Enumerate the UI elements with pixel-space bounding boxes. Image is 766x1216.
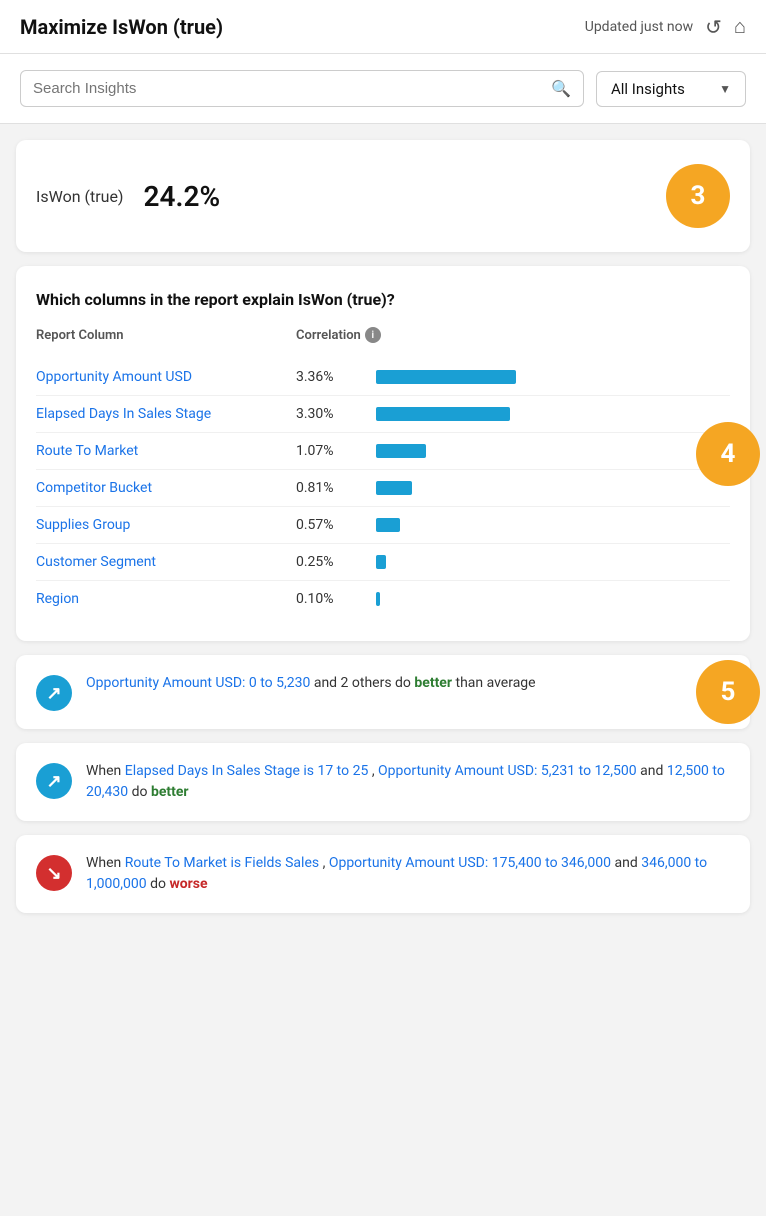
insight-link-2a[interactable]: Elapsed Days In Sales Stage is 17 to 25 (125, 763, 369, 779)
search-area: 🔍 All Insights ▼ (0, 54, 766, 124)
up-icon-2: ↗ (36, 763, 72, 799)
up-icon-1: ↗ (36, 675, 72, 711)
row-bar-container-2 (376, 443, 730, 459)
refresh-icon[interactable]: ↺ (705, 15, 722, 39)
row-name-1[interactable]: Elapsed Days In Sales Stage (36, 406, 296, 422)
down-icon-3: ↘ (36, 855, 72, 891)
info-icon[interactable]: i (365, 327, 381, 343)
row-bar-container-0 (376, 369, 730, 385)
row-name-4[interactable]: Supplies Group (36, 517, 296, 533)
row-bar-5 (376, 555, 386, 569)
summary-card: IsWon (true) 24.2% 3 (16, 140, 750, 252)
insight-better-1: better (414, 675, 452, 691)
search-input-wrapper[interactable]: 🔍 (20, 70, 584, 107)
insights-badge: 5 (696, 660, 760, 724)
header-right: Updated just now ↺ ⌂ (585, 14, 746, 39)
columns-card: Which columns in the report explain IsWo… (16, 266, 750, 641)
insight-plain-3a: When (86, 855, 125, 871)
insight-link-3b[interactable]: Opportunity Amount USD: 175,400 to 346,0… (329, 855, 611, 871)
row-pct-4: 0.57% (296, 517, 376, 533)
row-bar-container-3 (376, 480, 730, 496)
table-row: Route To Market 1.07% (36, 433, 730, 470)
insight-link-1a[interactable]: Opportunity Amount USD: 0 to 5,230 (86, 675, 310, 691)
col-report-header: Report Column (36, 328, 296, 343)
row-bar-2 (376, 444, 426, 458)
row-pct-5: 0.25% (296, 554, 376, 570)
insight-plain-3c: and (615, 855, 642, 871)
summary-label: IsWon (true) (36, 187, 124, 206)
table-row: Customer Segment 0.25% (36, 544, 730, 581)
row-bar-container-5 (376, 554, 730, 570)
insight-better-2: better (151, 784, 189, 800)
columns-badge: 4 (696, 422, 760, 486)
insight-worse-3: worse (169, 876, 207, 892)
insight-plain-2a: When (86, 763, 125, 779)
row-bar-1 (376, 407, 510, 421)
insight-plain-1a: and 2 others do (314, 675, 415, 691)
insight-card-3: ↘ When Route To Market is Fields Sales ,… (16, 835, 750, 913)
row-pct-0: 3.36% (296, 369, 376, 385)
insight-plain-3d: do (150, 876, 169, 892)
summary-value: 24.2% (144, 180, 221, 213)
row-pct-1: 3.30% (296, 406, 376, 422)
summary-left: IsWon (true) 24.2% (36, 180, 220, 213)
table-row: Region 0.10% (36, 581, 730, 617)
arrow-up-icon: ↗ (46, 683, 61, 704)
row-bar-4 (376, 518, 400, 532)
insight-card-2: ↗ When Elapsed Days In Sales Stage is 17… (16, 743, 750, 821)
search-input[interactable] (33, 80, 551, 97)
row-bar-container-4 (376, 517, 730, 533)
row-name-0[interactable]: Opportunity Amount USD (36, 369, 296, 385)
row-name-5[interactable]: Customer Segment (36, 554, 296, 570)
arrow-down-icon: ↘ (46, 863, 61, 884)
search-icon: 🔍 (551, 79, 571, 98)
arrow-up-icon-2: ↗ (46, 771, 61, 792)
row-bar-0 (376, 370, 516, 384)
insight-plain-2c: and (640, 763, 667, 779)
summary-badge: 3 (666, 164, 730, 228)
row-pct-3: 0.81% (296, 480, 376, 496)
columns-title: Which columns in the report explain IsWo… (36, 290, 730, 309)
row-name-2[interactable]: Route To Market (36, 443, 296, 459)
table-row: Supplies Group 0.57% (36, 507, 730, 544)
updated-text: Updated just now (585, 19, 693, 35)
insight-plain-2d: do (132, 784, 151, 800)
insight-text-2: When Elapsed Days In Sales Stage is 17 t… (86, 761, 730, 803)
insight-card-1: ↗ Opportunity Amount USD: 0 to 5,230 and… (16, 655, 750, 729)
columns-header: Report Column Correlation i (36, 327, 730, 349)
row-bar-container-1 (376, 406, 730, 422)
page-title: Maximize IsWon (true) (20, 15, 223, 39)
table-row: Elapsed Days In Sales Stage 3.30% (36, 396, 730, 433)
filter-label: All Insights (611, 80, 685, 98)
home-icon[interactable]: ⌂ (734, 14, 746, 39)
table-row: Opportunity Amount USD 3.36% (36, 359, 730, 396)
insights-group: ↗ Opportunity Amount USD: 0 to 5,230 and… (16, 655, 750, 913)
main-content: IsWon (true) 24.2% 3 Which columns in th… (0, 124, 766, 929)
row-pct-2: 1.07% (296, 443, 376, 459)
header: Maximize IsWon (true) Updated just now ↺… (0, 0, 766, 54)
row-pct-6: 0.10% (296, 591, 376, 607)
insight-plain-1b: than average (455, 675, 535, 691)
chevron-down-icon: ▼ (719, 82, 731, 96)
filter-dropdown[interactable]: All Insights ▼ (596, 71, 746, 107)
row-bar-container-6 (376, 591, 730, 607)
insight-text-3: When Route To Market is Fields Sales , O… (86, 853, 730, 895)
row-name-3[interactable]: Competitor Bucket (36, 480, 296, 496)
col-correlation-header: Correlation i (296, 327, 381, 343)
insight-link-2b[interactable]: Opportunity Amount USD: 5,231 to 12,500 (378, 763, 637, 779)
badge-5-wrapper: ↗ Opportunity Amount USD: 0 to 5,230 and… (16, 655, 750, 729)
table-row: Competitor Bucket 0.81% (36, 470, 730, 507)
row-name-6[interactable]: Region (36, 591, 296, 607)
insight-text-1: Opportunity Amount USD: 0 to 5,230 and 2… (86, 673, 536, 694)
row-bar-6 (376, 592, 380, 606)
data-rows: Opportunity Amount USD 3.36% Elapsed Day… (36, 359, 730, 617)
row-bar-3 (376, 481, 412, 495)
insight-link-3a[interactable]: Route To Market is Fields Sales (125, 855, 319, 871)
